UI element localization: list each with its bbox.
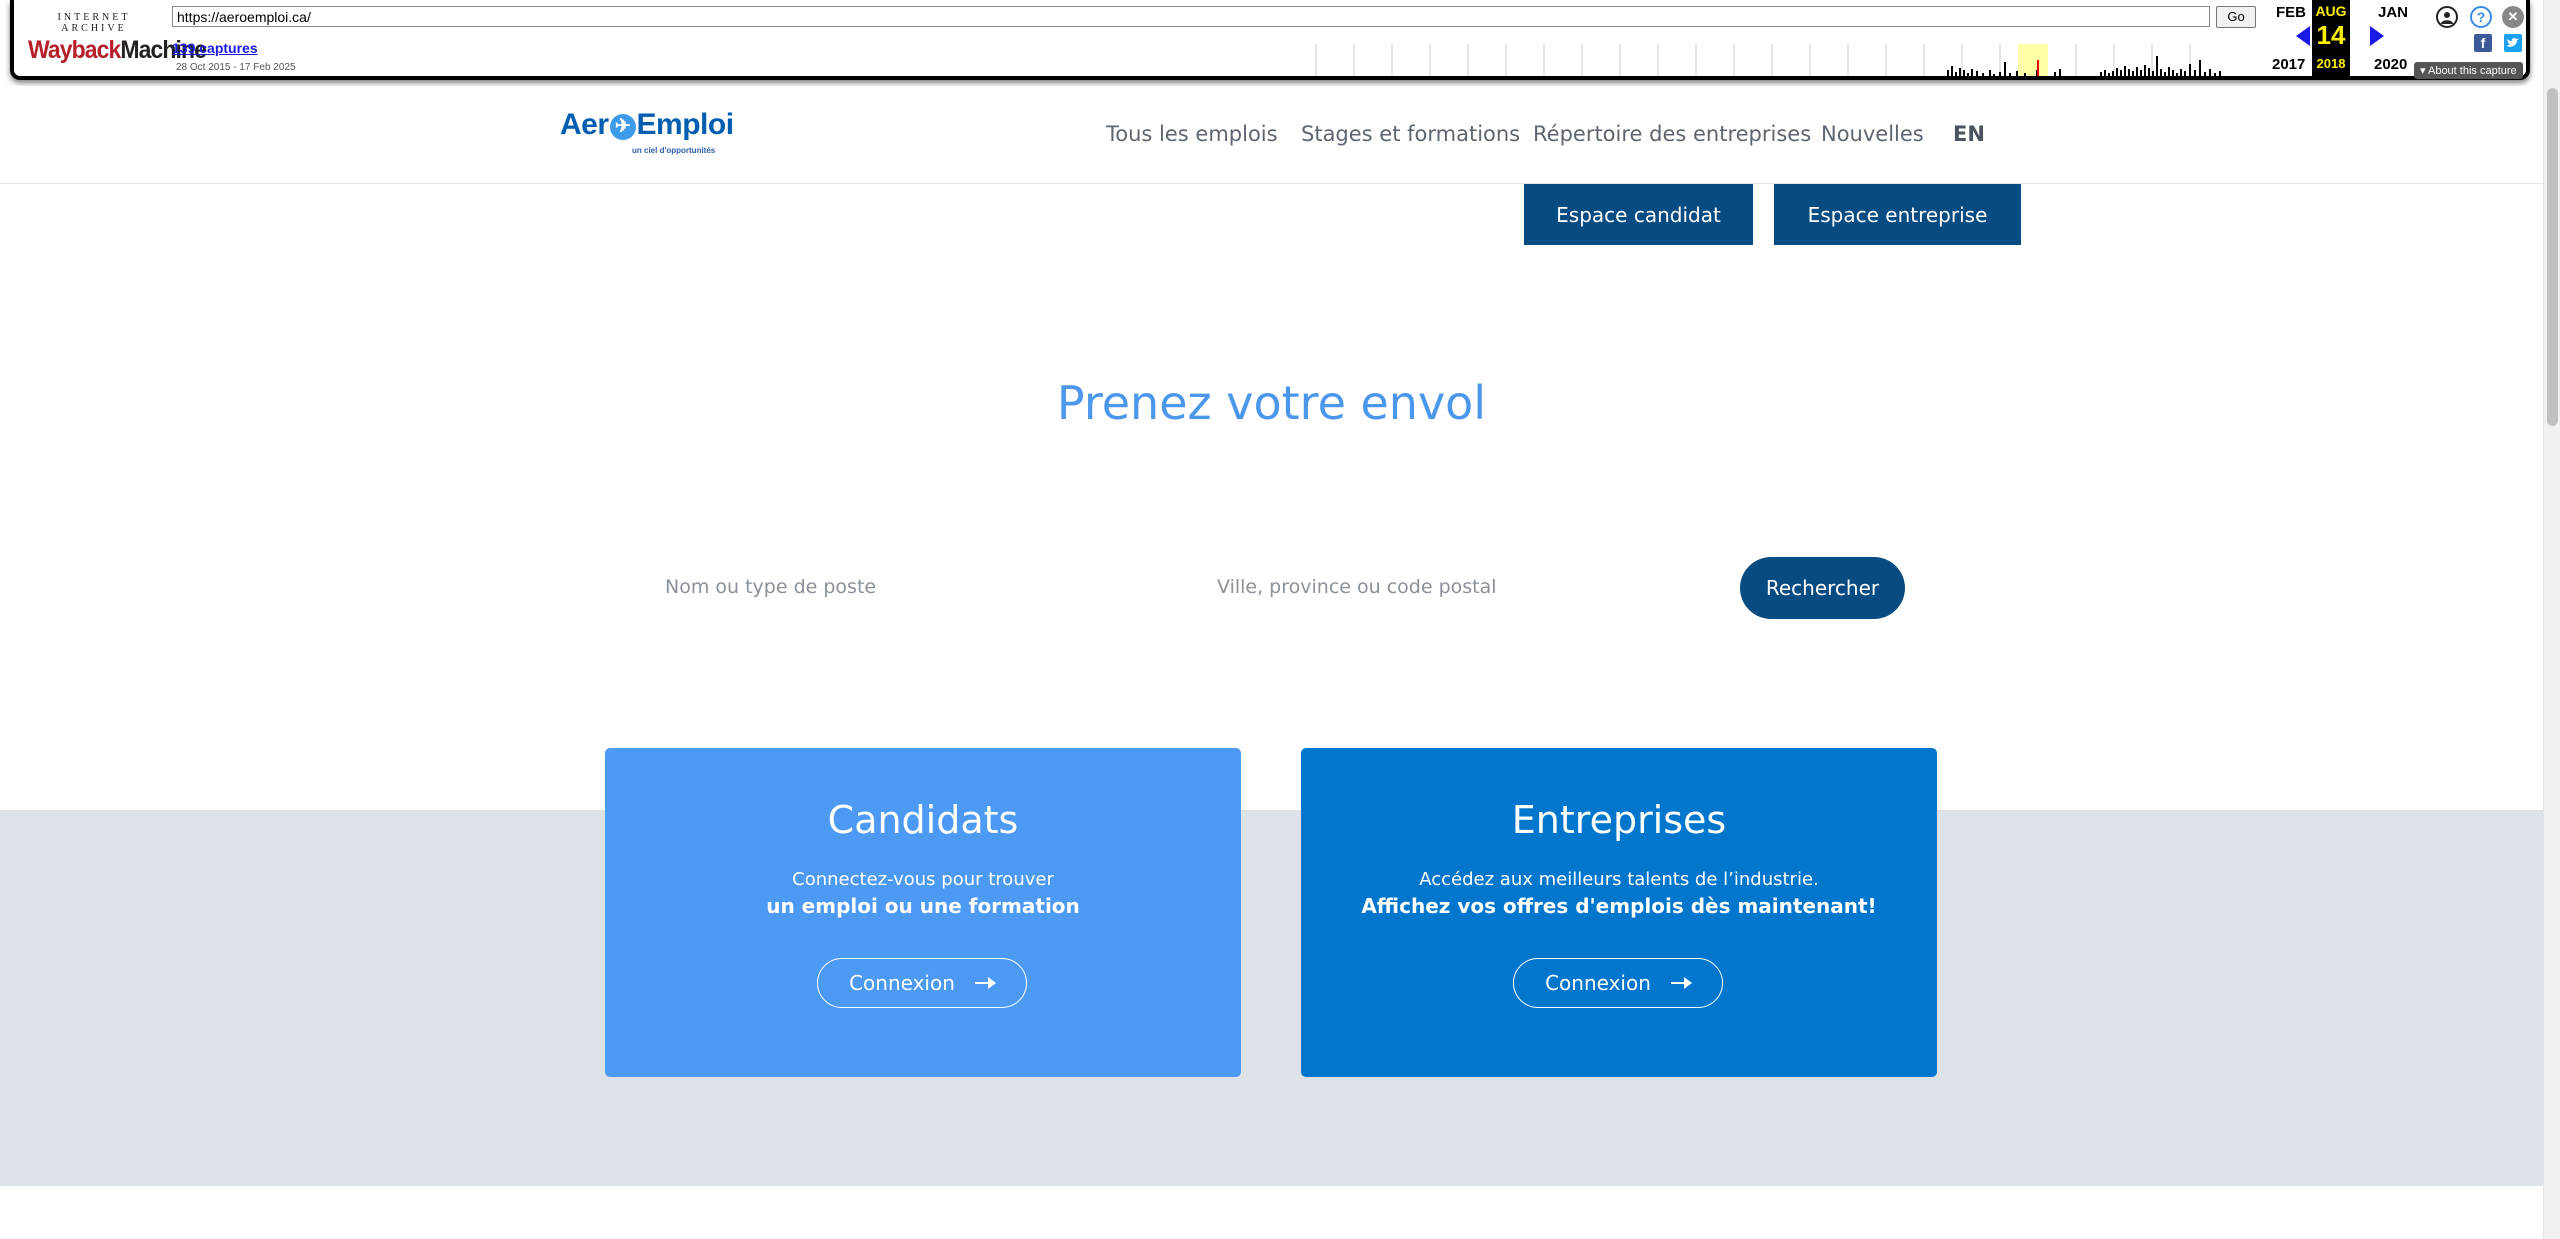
current-month: AUG bbox=[2315, 3, 2347, 19]
prev-year-label[interactable]: 2017 bbox=[2272, 56, 2305, 73]
current-capture-date: AUG 14 2018 bbox=[2312, 0, 2350, 76]
nav-news[interactable]: Nouvelles bbox=[1821, 122, 1924, 146]
companies-card-line2: Affichez vos offres d'emplois dès mainte… bbox=[1361, 894, 1877, 918]
wayback-icon-group: ? ✕ f bbox=[2436, 6, 2536, 66]
next-month-label[interactable]: JAN bbox=[2378, 4, 2408, 21]
aeroemploi-logo[interactable]: Aer ✈ Emploi un ciel d'opportunités bbox=[560, 108, 734, 155]
companies-card: Entreprises Accédez aux meilleurs talent… bbox=[1301, 748, 1937, 1077]
wayback-toolbar-frame: INTERNET ARCHIVE WaybackMachine Go 139 c… bbox=[10, 0, 2530, 80]
prev-capture-arrow-icon[interactable] bbox=[2296, 26, 2310, 46]
candidates-login-button[interactable]: Connexion bbox=[817, 958, 1027, 1008]
prev-month-label[interactable]: FEB bbox=[2276, 4, 2306, 21]
capture-date-range: 28 Oct 2015 - 17 Feb 2025 bbox=[176, 62, 296, 73]
next-capture-arrow-icon[interactable] bbox=[2370, 26, 2384, 46]
scrollbar-thumb[interactable] bbox=[2547, 88, 2558, 426]
nav-all-jobs[interactable]: Tous les emplois bbox=[1106, 122, 1278, 146]
next-year-label[interactable]: 2020 bbox=[2374, 56, 2407, 73]
companies-login-label: Connexion bbox=[1545, 971, 1651, 995]
about-capture-dropdown[interactable]: ▾ About this capture bbox=[2414, 62, 2523, 79]
page-scrollbar[interactable] bbox=[2543, 0, 2560, 1239]
plane-icon: ✈ bbox=[609, 114, 636, 140]
job-search-input[interactable] bbox=[665, 562, 1165, 612]
chevron-down-icon: ▾ bbox=[2420, 65, 2428, 77]
location-search-input[interactable] bbox=[1217, 562, 1717, 612]
wayback-logo[interactable]: INTERNET ARCHIVE WaybackMachine bbox=[28, 12, 207, 64]
arrow-right-icon bbox=[974, 977, 996, 989]
internet-archive-label: INTERNET ARCHIVE bbox=[57, 12, 131, 34]
candidates-card-line1: Connectez-vous pour trouver bbox=[792, 869, 1054, 890]
logo-tagline: un ciel d'opportunités bbox=[632, 146, 716, 155]
facebook-icon[interactable]: f bbox=[2474, 34, 2492, 52]
hero-title: Prenez votre envol bbox=[1056, 376, 1487, 430]
candidates-card: Candidats Connectez-vous pour trouver un… bbox=[605, 748, 1241, 1077]
arrow-right-icon bbox=[1670, 977, 1692, 989]
language-toggle[interactable]: EN bbox=[1953, 122, 1985, 146]
company-space-button[interactable]: Espace entreprise bbox=[1774, 184, 2021, 245]
search-button[interactable]: Rechercher bbox=[1740, 557, 1905, 619]
candidates-login-label: Connexion bbox=[849, 971, 955, 995]
wayback-machine-wordmark: WaybackMachine bbox=[28, 36, 207, 64]
wayback-toolbar: INTERNET ARCHIVE WaybackMachine Go 139 c… bbox=[0, 0, 2560, 86]
help-icon[interactable]: ? bbox=[2470, 6, 2492, 28]
logo-wordmark: Aer ✈ Emploi bbox=[560, 108, 734, 141]
cards-background-band bbox=[0, 810, 2543, 1186]
candidate-space-button[interactable]: Espace candidat bbox=[1524, 184, 1753, 245]
site-header: Aer ✈ Emploi un ciel d'opportunités Tous l… bbox=[0, 86, 2543, 184]
wayback-go-button[interactable]: Go bbox=[2216, 6, 2256, 28]
browser-viewport: INTERNET ARCHIVE WaybackMachine Go 139 c… bbox=[0, 0, 2560, 1239]
candidates-card-title: Candidats bbox=[827, 798, 1019, 842]
companies-login-button[interactable]: Connexion bbox=[1513, 958, 1723, 1008]
current-year: 2018 bbox=[2316, 56, 2346, 71]
user-icon[interactable] bbox=[2436, 6, 2458, 28]
nav-company-directory[interactable]: Répertoire des entreprises bbox=[1533, 122, 1811, 146]
captures-link[interactable]: 139 captures bbox=[172, 40, 258, 56]
captures-sparkline[interactable] bbox=[1314, 40, 2248, 76]
twitter-icon[interactable] bbox=[2504, 34, 2522, 52]
close-icon[interactable]: ✕ bbox=[2502, 6, 2524, 28]
candidates-card-line2: un emploi ou une formation bbox=[766, 894, 1080, 918]
nav-internships[interactable]: Stages et formations bbox=[1301, 122, 1520, 146]
wayback-url-input[interactable] bbox=[172, 6, 2210, 27]
companies-card-title: Entreprises bbox=[1511, 798, 1727, 842]
current-day: 14 bbox=[2316, 20, 2346, 50]
companies-card-line1: Accédez aux meilleurs talents de l’indus… bbox=[1419, 869, 1819, 890]
